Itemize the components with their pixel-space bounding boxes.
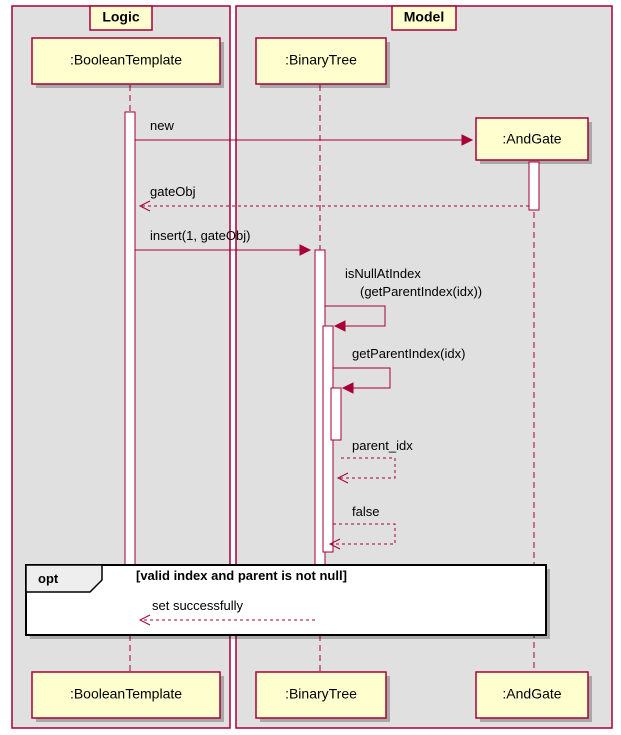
msg-setok-label: set successfully [152,598,244,613]
opt-guard: [valid index and parent is not null] [136,568,347,583]
participant-andgate-create-label: :AndGate [502,131,561,147]
sequence-diagram: Logic Model :BooleanTemplate :BinaryTree… [0,0,621,735]
msg-insert-label: insert(1, gateObj) [150,228,250,243]
msg-isnull-label2: (getParentIndex(idx)) [360,284,482,299]
msg-parentidx-label: parent_idx [352,438,413,453]
msg-new-label: new [150,118,174,133]
group-logic-title: Logic [102,9,140,25]
msg-gateobj-label: gateObj [150,184,196,199]
msg-isnull-label1: isNullAtIndex [345,266,421,281]
participant-booltemplate-bottom-label: :BooleanTemplate [70,686,182,702]
msg-false-label: false [352,504,379,519]
group-model-title: Model [404,9,444,25]
participant-booltemplate-top-label: :BooleanTemplate [70,52,182,68]
participant-andgate-bottom-label: :AndGate [502,686,561,702]
activation-booltemplate [125,112,135,632]
participant-binarytree-bottom-label: :BinaryTree [285,686,357,702]
msg-getparent-label: getParentIndex(idx) [352,346,465,361]
opt-label: opt [38,571,59,586]
participant-binarytree-top-label: :BinaryTree [285,52,357,68]
activation-andgate [529,162,539,210]
activation-getparent [331,388,341,440]
